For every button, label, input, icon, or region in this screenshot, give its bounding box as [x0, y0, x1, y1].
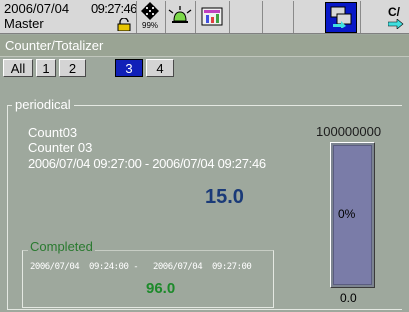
count-name: Count03	[28, 125, 78, 140]
tab-3[interactable]: 3	[115, 59, 143, 77]
memory-icon	[141, 2, 159, 20]
completed-frame	[22, 250, 274, 308]
tab-1[interactable]: 1	[36, 59, 56, 77]
display-button[interactable]	[196, 1, 228, 33]
title-bar: Counter/Totalizer	[0, 35, 409, 57]
completed-label: Completed	[28, 239, 95, 254]
arrow-icon	[388, 19, 404, 29]
bar-max-label: 100000000	[316, 124, 382, 139]
display-switch-button[interactable]	[325, 2, 357, 33]
display-icon	[201, 7, 223, 26]
alarm-button[interactable]	[166, 1, 194, 33]
periodical-label: periodical	[12, 97, 74, 112]
counter-description: Counter 03	[28, 140, 93, 155]
tab-strip: All 1 2 3 4	[0, 57, 409, 79]
alarm-icon	[168, 6, 192, 23]
c-icon: C/	[388, 5, 400, 19]
counter-value: 15.0	[205, 186, 244, 208]
status-user: Master	[4, 16, 44, 31]
bar-percent-label: 0%	[338, 207, 356, 221]
completed-range: 2006/07/04 09:24:00 - 2006/07/04 09:27:0…	[30, 262, 252, 272]
tab-2[interactable]: 2	[59, 59, 86, 77]
memory-percent: 99%	[142, 21, 159, 30]
status-bar: 2006/07/04 09:27:46 Master 99% C/	[0, 0, 409, 34]
bar-min-label: 0.0	[340, 291, 357, 305]
lock-icon	[117, 18, 131, 31]
status-time: 09:27:46	[91, 1, 137, 16]
calc-button[interactable]: C/	[361, 1, 409, 33]
memory-button[interactable]: 99%	[137, 1, 164, 33]
page-title: Counter/Totalizer	[5, 38, 104, 53]
tab-all[interactable]: All	[3, 59, 33, 77]
tab-4[interactable]: 4	[146, 59, 174, 77]
period-range: 2006/07/04 09:27:00 - 2006/07/04 09:27:4…	[28, 156, 266, 171]
display-switch-icon	[330, 6, 352, 28]
status-date: 2006/07/04	[4, 1, 70, 16]
completed-value: 96.0	[146, 280, 176, 297]
